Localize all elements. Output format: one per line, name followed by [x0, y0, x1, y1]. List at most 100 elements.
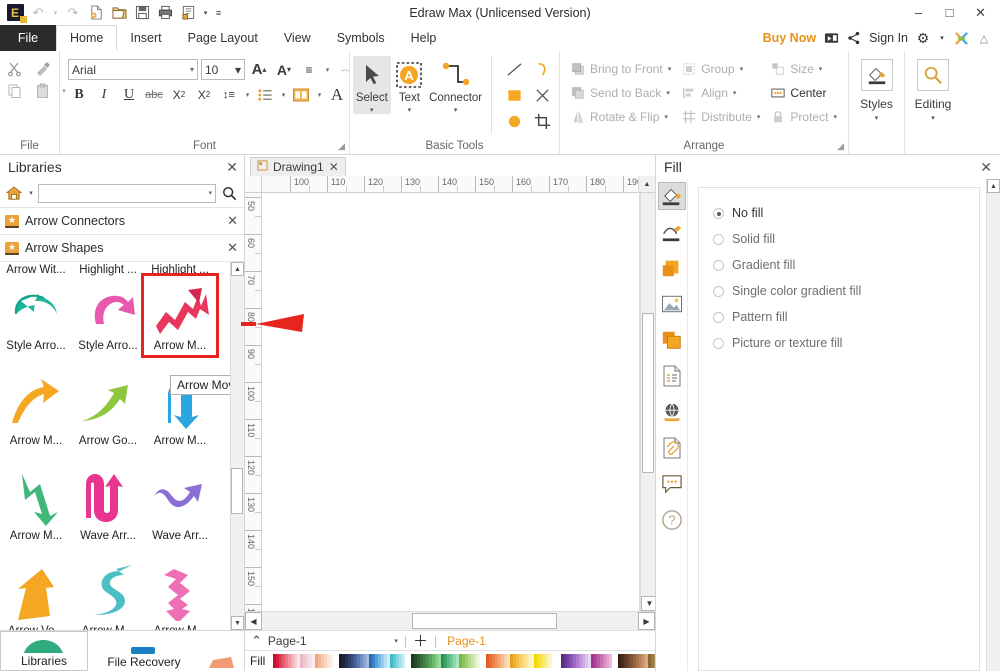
send-to-back-button[interactable]: Send to Back ▾ [567, 82, 674, 104]
shape-item-style-arrow-1[interactable]: Style Arro... [0, 276, 72, 355]
close-icon[interactable]: ✕ [226, 159, 238, 176]
file-recovery-tab[interactable]: File Recovery [88, 631, 200, 671]
close-button[interactable]: ✕ [965, 1, 996, 25]
fill-option-gradient-fill[interactable]: Gradient fill [713, 252, 979, 278]
vscroll-track[interactable] [641, 193, 655, 596]
fill-option-single-color-gradient-fill[interactable]: Single color gradient fill [713, 278, 979, 304]
maximize-button[interactable]: □ [934, 1, 965, 25]
chevron-down-icon[interactable]: ▾ [733, 89, 737, 97]
shape-item-arrow-vertical[interactable]: Arrow Ve... [0, 561, 72, 630]
chevron-down-icon[interactable]: ▾ [190, 65, 194, 74]
scroll-right-button[interactable]: ▶ [638, 612, 655, 630]
chevron-down-icon[interactable]: ▾ [740, 65, 744, 73]
fill-icon[interactable] [657, 182, 686, 210]
library-search-input[interactable]: ▾ [38, 183, 216, 203]
menu-tab-symbols[interactable]: Symbols [324, 25, 398, 51]
fill-option-pattern-fill[interactable]: Pattern fill [713, 304, 979, 330]
edraw-x-icon[interactable] [953, 30, 969, 46]
crop-tool[interactable] [528, 108, 556, 134]
shadow-icon[interactable] [658, 254, 686, 282]
italic-button[interactable]: I [93, 84, 115, 105]
canvas-vertical-scrollbar[interactable]: ▼ [640, 193, 658, 611]
search-icon[interactable] [219, 183, 239, 203]
fill-option-solid-fill[interactable]: Solid fill [713, 226, 979, 252]
select-tool[interactable]: Select ▾ [353, 56, 391, 114]
grow-font-button[interactable]: A ▴ [248, 59, 270, 80]
more-dropdown-icon[interactable]: ≡ [213, 3, 224, 23]
arc-tool[interactable] [528, 56, 556, 82]
shape-item-arrow-moving-4[interactable]: Arrow M... [0, 466, 72, 545]
line-icon[interactable] [658, 218, 686, 246]
pencil-tool[interactable] [528, 82, 556, 108]
fill-panel-scrollbar[interactable]: ▲ [986, 179, 1000, 671]
protect-button[interactable]: Protect ▾ [767, 106, 840, 128]
chevron-down-icon[interactable]: ▾ [235, 63, 241, 77]
layers-icon[interactable] [658, 326, 686, 354]
font-size-input[interactable]: 10 ▾ [201, 59, 245, 80]
chevron-down-icon[interactable]: ▾ [931, 114, 935, 122]
page-tab-page-1[interactable]: Page-1 [443, 634, 490, 648]
document-icon[interactable] [658, 362, 686, 390]
save-icon[interactable] [132, 3, 152, 23]
paste-button[interactable] [32, 81, 54, 101]
superscript-button[interactable]: X2 [193, 84, 215, 105]
add-page-button[interactable]: ＋ [413, 630, 428, 651]
center-button[interactable]: Center [767, 82, 840, 104]
buy-now-button[interactable]: Buy Now [763, 31, 816, 45]
library-category-arrow-shapes[interactable]: ★ Arrow Shapes ✕ [0, 234, 244, 261]
close-icon[interactable]: ✕ [227, 240, 238, 256]
color-swatch-strip[interactable] [270, 654, 721, 668]
hyperlink-icon[interactable] [658, 398, 686, 426]
font-dialog-launcher[interactable]: ◢ [338, 141, 345, 152]
shape-item-arrow-moving-6[interactable]: Arrow M... [144, 561, 216, 630]
chevron-down-icon[interactable]: ▾ [394, 637, 398, 645]
radio-icon[interactable] [713, 233, 724, 245]
text-block-dropdown[interactable]: ▾ [315, 84, 323, 105]
line-tool[interactable] [500, 56, 528, 82]
ellipse-tool[interactable] [500, 108, 528, 134]
close-icon[interactable]: ✕ [329, 160, 339, 174]
copy-button[interactable] [4, 81, 26, 101]
line-spacing-dropdown[interactable]: ▾ [243, 84, 251, 105]
format-painter-button[interactable] [32, 59, 54, 79]
radio-icon[interactable] [713, 207, 724, 219]
collapse-ribbon-icon[interactable]: △ [976, 30, 992, 46]
shape-item-wave-arrow-1[interactable]: Wave Arr... [72, 466, 144, 545]
font-family-input[interactable]: Arial ▾ [68, 59, 198, 80]
arrange-dialog-launcher[interactable]: ◢ [837, 141, 844, 152]
chevron-down-icon[interactable]: ▾ [408, 106, 412, 114]
scroll-up-button[interactable]: ▲ [231, 262, 244, 276]
distribute-button[interactable]: Distribute ▾ [678, 106, 763, 128]
rectangle-tool[interactable] [500, 82, 528, 108]
group-button[interactable]: Group ▾ [678, 58, 763, 80]
hscroll-track[interactable] [262, 612, 638, 630]
text-align-button[interactable]: ≡ [298, 59, 320, 80]
shape-item-arrow-moving-5[interactable]: Arrow M... [72, 561, 144, 630]
strikethrough-button[interactable]: abc [143, 84, 165, 105]
sign-in-button[interactable]: Sign In [869, 31, 908, 45]
attachment-icon[interactable] [658, 434, 686, 462]
close-icon[interactable]: ✕ [980, 159, 992, 176]
print-icon[interactable] [155, 3, 175, 23]
radio-icon[interactable] [713, 337, 724, 349]
bring-to-front-button[interactable]: Bring to Front ▾ [567, 58, 674, 80]
home-dropdown-icon[interactable]: ▾ [27, 184, 35, 202]
bullet-list-dropdown[interactable]: ▾ [279, 84, 287, 105]
help-icon[interactable]: ? [658, 506, 686, 534]
settings-gear-icon[interactable]: ⚙ [915, 30, 931, 46]
styles-button[interactable] [860, 59, 893, 91]
radio-icon[interactable] [713, 259, 724, 271]
home-icon[interactable] [4, 184, 24, 202]
scroll-down-button[interactable]: ▼ [231, 616, 244, 630]
undo-dropdown-icon[interactable]: ▾ [51, 3, 60, 23]
page-selector[interactable]: Page-1 ▾ [268, 634, 398, 648]
collapse-icon[interactable]: ⌃ [251, 633, 262, 649]
size-button[interactable]: Size ▾ [767, 58, 840, 80]
editing-button[interactable] [917, 59, 949, 91]
fill-option-no-fill[interactable]: No fill [713, 200, 979, 226]
text-block-button[interactable] [290, 84, 312, 105]
connector-tool[interactable]: Connector ▾ [428, 56, 483, 114]
fill-option-picture-or-texture-fill[interactable]: Picture or texture fill [713, 330, 979, 356]
scrollbar-thumb[interactable] [231, 468, 243, 514]
chevron-down-icon[interactable]: ▾ [875, 114, 879, 122]
